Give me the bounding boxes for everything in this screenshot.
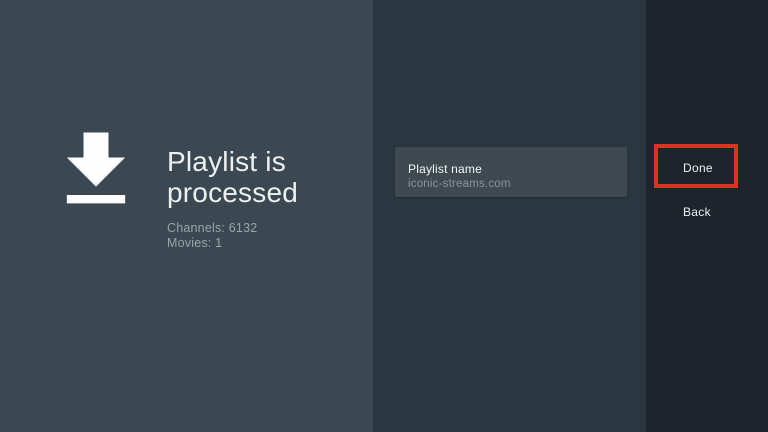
status-stats: Channels: 6132 Movies: 1 — [167, 221, 337, 250]
actions-list: Done Back — [646, 146, 768, 234]
actions-panel: Done Back — [646, 0, 768, 432]
playlist-processed-screen: Playlist is processed Channels: 6132 Mov… — [0, 0, 768, 432]
back-button[interactable]: Back — [646, 190, 768, 234]
status-text-block: Playlist is processed Channels: 6132 Mov… — [167, 146, 337, 250]
status-title: Playlist is processed — [167, 146, 298, 208]
movies-count: Movies: 1 — [167, 235, 223, 250]
playlist-name-label: Playlist name — [408, 162, 482, 176]
playlist-name-value: iconic-streams.com — [408, 178, 511, 190]
status-panel: Playlist is processed Channels: 6132 Mov… — [0, 0, 373, 432]
download-icon — [66, 132, 126, 204]
done-button[interactable]: Done — [646, 146, 768, 190]
playlist-name-field[interactable]: Playlist name iconic-streams.com — [395, 147, 627, 197]
form-panel: Playlist name iconic-streams.com — [373, 0, 646, 432]
channels-count: Channels: 6132 — [167, 221, 258, 235]
